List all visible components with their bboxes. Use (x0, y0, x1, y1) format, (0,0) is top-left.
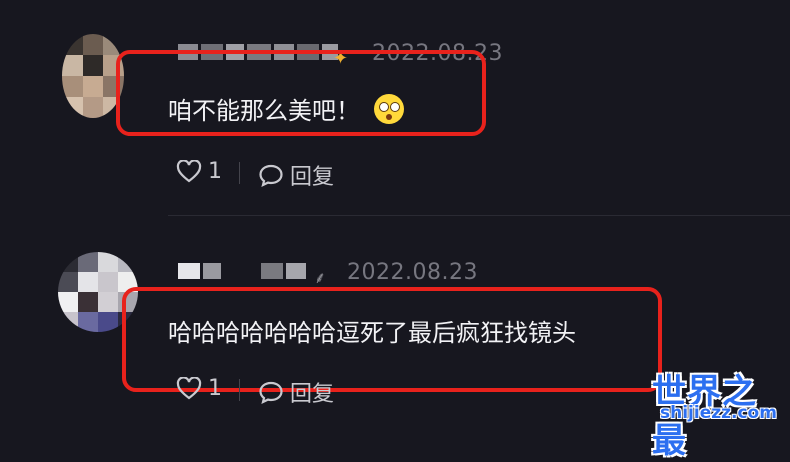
reply-button[interactable]: 回复 (258, 159, 334, 191)
avatar[interactable] (62, 34, 124, 118)
like-count: 1 (208, 376, 222, 401)
action-separator (239, 379, 240, 401)
reply-button[interactable]: 回复 (258, 376, 334, 408)
like-button[interactable]: 1 (176, 376, 222, 401)
action-separator (239, 162, 240, 184)
highlight-box (116, 50, 486, 136)
username-blurred[interactable] (178, 263, 306, 279)
heart-icon (176, 376, 202, 399)
comment-date: 2022.08.23 (347, 260, 478, 285)
heart-icon (176, 159, 202, 182)
like-count: 1 (208, 159, 222, 184)
badge-icon: ⸙ (314, 268, 327, 287)
watermark-url: shijiezz.com (660, 403, 777, 423)
reply-label: 回复 (290, 382, 335, 407)
like-button[interactable]: 1 (176, 159, 222, 184)
reply-label: 回复 (290, 165, 335, 190)
comment-bubble-icon (259, 164, 283, 187)
comment-bubble-icon (259, 381, 283, 404)
comment-divider (168, 215, 790, 216)
